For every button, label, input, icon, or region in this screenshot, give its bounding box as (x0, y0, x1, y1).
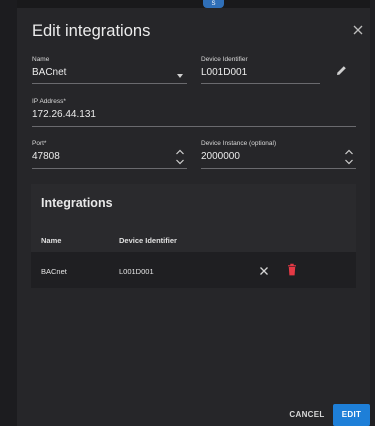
device-identifier-label: Device Identifier (201, 56, 248, 63)
column-header-device-identifier: Device Identifier (119, 236, 177, 245)
edit-integrations-dialog: Edit integrations Name BACnet Device Ide… (17, 8, 370, 426)
trash-icon[interactable] (287, 263, 297, 276)
row-device-identifier: L001D001 (119, 267, 154, 276)
port-underline (32, 168, 187, 169)
name-value: BACnet (32, 67, 67, 78)
ip-address-label: IP Address* (32, 98, 66, 105)
pencil-icon[interactable] (335, 64, 348, 77)
name-underline (32, 83, 187, 84)
device-identifier-underline (201, 83, 320, 84)
ip-address-field[interactable]: IP Address* 172.26.44.131 (32, 98, 356, 127)
device-instance-field[interactable]: Device Instance (optional) 2000000 (201, 140, 356, 169)
integrations-title: Integrations (41, 196, 113, 210)
port-stepper-icon[interactable] (175, 148, 185, 166)
device-instance-underline (201, 168, 356, 169)
port-value: 47808 (32, 151, 60, 162)
backdrop-left-strip (0, 0, 17, 426)
device-identifier-field[interactable]: Device Identifier L001D001 (201, 56, 320, 84)
backdrop-right-strip (370, 0, 375, 426)
name-label: Name (32, 56, 50, 63)
edit-button[interactable]: EDIT (333, 404, 370, 426)
close-icon[interactable] (258, 264, 270, 276)
device-instance-value: 2000000 (201, 151, 240, 162)
cancel-button[interactable]: CANCEL (287, 406, 327, 424)
device-instance-label: Device Instance (optional) (201, 140, 277, 147)
table-row: BACnet L001D001 (31, 252, 356, 288)
ip-address-underline (32, 126, 356, 127)
name-select[interactable]: Name BACnet (32, 56, 187, 84)
integrations-panel: Integrations Name Device Identifier BACn… (31, 184, 356, 288)
ip-address-value: 172.26.44.131 (32, 109, 96, 120)
top-chip: S (203, 0, 224, 8)
chevron-down-icon (177, 74, 183, 78)
close-icon[interactable] (350, 22, 366, 38)
port-label: Port* (32, 140, 47, 147)
row-name: BACnet (41, 267, 67, 276)
device-identifier-value: L001D001 (201, 67, 248, 78)
port-field[interactable]: Port* 47808 (32, 140, 187, 169)
dialog-title: Edit integrations (32, 22, 151, 40)
device-instance-stepper-icon[interactable] (344, 148, 354, 166)
column-header-name: Name (41, 236, 62, 245)
